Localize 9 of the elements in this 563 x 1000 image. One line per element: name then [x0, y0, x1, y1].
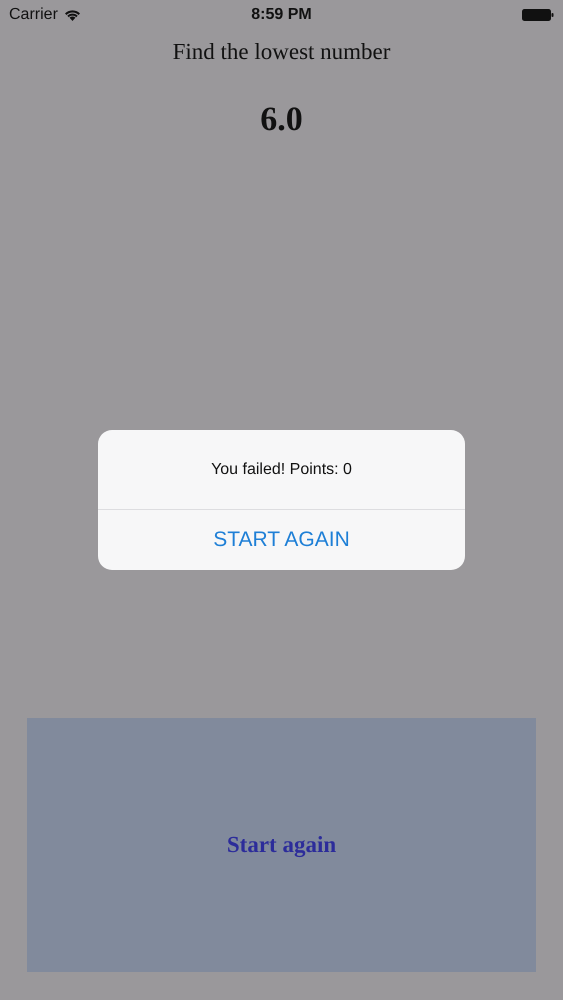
prompt-text: Find the lowest number	[172, 38, 390, 66]
carrier-label: Carrier	[9, 4, 58, 24]
alert-message: You failed! Points: 0	[211, 460, 352, 480]
alert-start-again-button[interactable]: START AGAIN	[98, 510, 465, 570]
battery-icon	[522, 8, 554, 20]
wifi-icon	[64, 8, 81, 20]
clock-label: 8:59 PM	[251, 4, 312, 24]
start-again-button[interactable]: Start again	[27, 718, 536, 972]
number-text: 6.0	[260, 100, 303, 140]
